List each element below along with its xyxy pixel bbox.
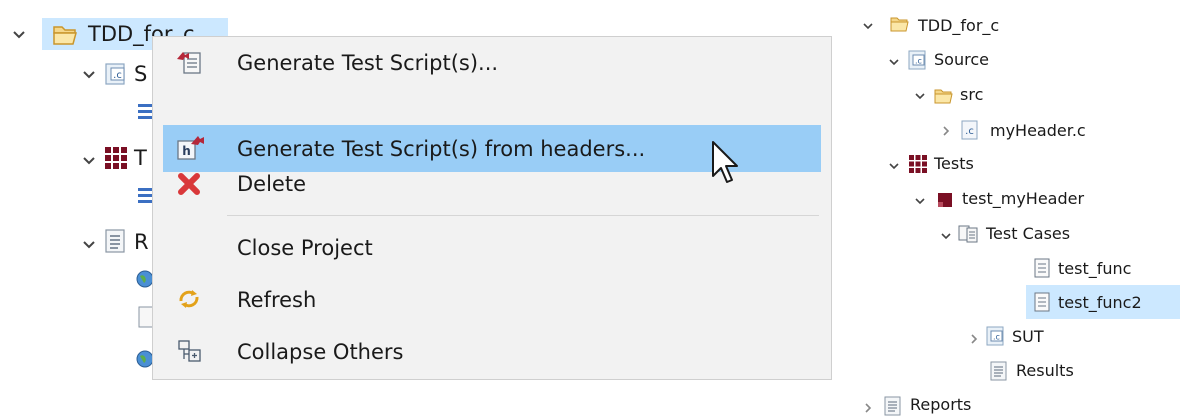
list-icon [138,102,152,120]
svg-text:.c: .c [113,70,122,81]
reports-icon [884,396,902,416]
chevron-down-icon[interactable] [12,28,26,42]
chevron-down-icon[interactable] [82,154,96,168]
c-file-icon: .c [960,120,980,140]
menu-item-close-project[interactable]: Close Project [153,225,831,272]
left-tests-label[interactable]: T [134,144,147,172]
right-tests-label[interactable]: Tests [934,153,974,175]
mouse-cursor-icon [711,140,741,186]
chevron-right-icon[interactable] [968,333,980,345]
test-script-icon [175,47,205,77]
chevron-down-icon[interactable] [940,230,952,242]
svg-text:.c: .c [993,333,1000,342]
menu-separator [227,215,819,216]
chevron-right-icon[interactable] [862,402,874,414]
header-script-icon: h [175,132,207,164]
right-results-label[interactable]: Results [1016,360,1074,382]
menu-item-label: Generate Test Script(s)... [237,51,499,75]
left-source-label[interactable]: S [134,60,147,88]
delete-icon [177,170,203,196]
results-icon [990,361,1008,381]
menu-item-label: Refresh [237,288,317,312]
chevron-right-icon[interactable] [940,125,952,137]
menu-item-collapse-others[interactable]: Collapse Others [153,329,831,376]
test-function-icon [1034,292,1050,312]
test-function-icon [1034,258,1050,278]
chevron-down-icon[interactable] [888,56,900,68]
chevron-down-icon[interactable] [888,160,900,172]
tests-grid-icon [908,154,928,174]
tests-grid-icon [104,146,128,170]
folder-open-icon [934,86,956,106]
c-source-icon: .c [908,50,928,70]
menu-item-label: Close Project [237,236,373,260]
right-myheader-label[interactable]: myHeader.c [990,120,1086,142]
collapse-icon [177,339,203,365]
chevron-down-icon[interactable] [914,195,926,207]
svg-text:.c: .c [965,126,974,137]
left-reports-label[interactable]: R [134,228,149,256]
chevron-down-icon[interactable] [82,68,96,82]
right-test-cases-label[interactable]: Test Cases [986,223,1070,245]
chevron-down-icon[interactable] [82,238,96,252]
menu-item-label: Collapse Others [237,340,404,364]
folder-open-icon [52,22,80,46]
refresh-icon [175,285,203,313]
right-project-label[interactable]: TDD_for_c [918,15,999,37]
test-cases-icon [958,224,980,244]
right-src-label[interactable]: src [960,84,983,106]
chevron-down-icon[interactable] [914,90,926,102]
right-test-func-label[interactable]: test_func [1058,258,1131,280]
test-suite-icon [936,191,954,209]
menu-item-refresh[interactable]: Refresh [153,277,831,324]
chevron-down-icon[interactable] [862,20,874,32]
right-sut-label[interactable]: SUT [1012,326,1044,348]
right-test-myheader-label[interactable]: test_myHeader [962,188,1084,210]
context-menu: Generate Test Script(s)... h Generate Te… [152,36,832,380]
reports-icon [104,228,128,254]
c-source-icon: .c [986,326,1006,346]
svg-text:.c: .c [915,57,922,66]
right-test-func2-label[interactable]: test_func2 [1058,292,1142,314]
menu-item-generate-test-scripts[interactable]: Generate Test Script(s)... [153,39,831,86]
c-source-icon: .c [104,62,128,86]
folder-open-icon [890,14,912,34]
right-reports-label[interactable]: Reports [910,394,971,416]
svg-text:h: h [182,144,191,158]
menu-item-label: Delete [237,172,306,196]
list-icon [138,186,152,204]
right-source-label[interactable]: Source [934,49,989,71]
menu-item-label: Generate Test Script(s) from headers... [237,137,646,161]
